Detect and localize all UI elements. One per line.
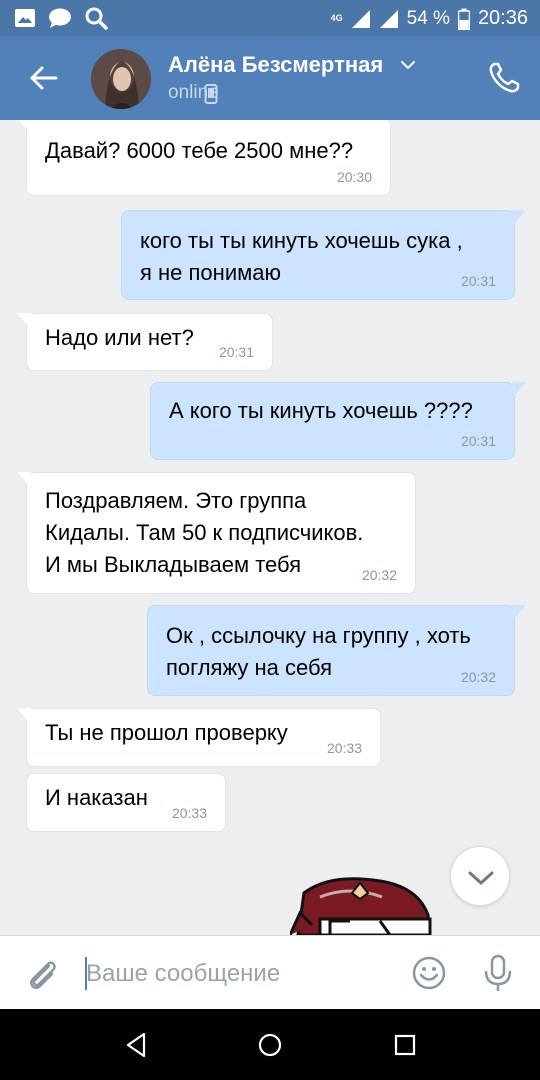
mobile-phone-icon [204,84,218,104]
message-text: Ты не прошол проверку [45,720,288,745]
message-time: 20:33 [326,740,362,756]
battery-icon [457,8,470,30]
message-composer [0,935,540,1009]
message-time: 20:33 [171,805,207,821]
emoji-icon[interactable] [410,954,448,992]
message-input[interactable] [86,954,386,994]
contact-name[interactable]: Алёна Безсмертная [168,52,383,78]
message-bubble-incoming[interactable]: И наказан 20:33 [26,773,226,832]
chat-header: Алёна Безсмертная online [0,36,540,120]
message-bubble-incoming[interactable]: Надо или нет? 20:31 [17,313,273,371]
scroll-down-button[interactable] [450,846,510,906]
phone-call-icon[interactable] [486,60,522,96]
status-bar: 4G 54 % 20:36 [0,0,540,36]
message-bubble-outgoing[interactable]: кого ты ты кинуть хочешь сука , я не пон… [121,210,526,300]
message-time: 20:31 [460,273,496,289]
message-bubble-incoming[interactable]: Давай? 6000 тебе 2500 мне?? 20:30 [17,120,391,196]
message-text: Поздравляем. Это группа Кидалы. Там 50 к… [45,488,364,577]
back-arrow-icon[interactable] [24,58,64,98]
signal-icon [351,9,370,28]
message-list[interactable]: Давай? 6000 тебе 2500 мне?? 20:30 кого т… [0,120,540,935]
chevron-down-icon [468,871,494,885]
chat-icon [49,8,71,28]
chevron-down-icon[interactable] [399,56,417,74]
message-bubble-outgoing[interactable]: Ок , ссылочку на группу , хоть погляжу н… [147,605,526,696]
message-time: 20:31 [218,344,254,360]
message-time: 20:31 [460,433,496,449]
clock: 20:36 [477,7,528,29]
system-navigation-bar [0,1009,540,1080]
bubble-tail [512,382,526,398]
avatar[interactable] [91,49,151,109]
bubble-tail [512,605,526,621]
battery-percent: 54 % [406,7,450,29]
sticker-image[interactable] [290,875,440,935]
message-text: А кого ты кинуть хочешь ???? [169,398,473,423]
message-text: Давай? 6000 тебе 2500 мне?? [45,138,354,163]
nav-recent-icon[interactable] [392,1032,418,1058]
bubble-tail [17,708,31,724]
message-text: Ок , ссылочку на группу , хоть погляжу н… [166,623,471,680]
message-text: кого ты ты кинуть хочешь сука , я не пон… [140,228,463,285]
gallery-icon [15,9,35,27]
network-type: 4G [330,13,343,23]
search-icon [85,7,108,30]
signal-icon [379,9,398,28]
message-time: 20:32 [460,669,496,685]
message-bubble-incoming[interactable]: Ты не прошол проверку 20:33 [17,708,381,767]
bubble-tail [17,313,31,329]
message-time: 20:32 [361,567,397,583]
bubble-tail [17,120,31,134]
bubble-tail [512,210,526,226]
microphone-icon[interactable] [480,953,516,993]
attach-icon[interactable] [22,954,62,994]
avatar-photo [91,49,151,109]
bubble-tail [17,472,31,488]
nav-home-icon[interactable] [256,1031,284,1059]
message-bubble-outgoing[interactable]: А кого ты кинуть хочешь ???? 20:31 [150,382,526,460]
message-time: 20:30 [336,169,372,185]
message-bubble-incoming[interactable]: Поздравляем. Это группа Кидалы. Там 50 к… [17,472,416,594]
nav-back-icon[interactable] [122,1031,150,1059]
